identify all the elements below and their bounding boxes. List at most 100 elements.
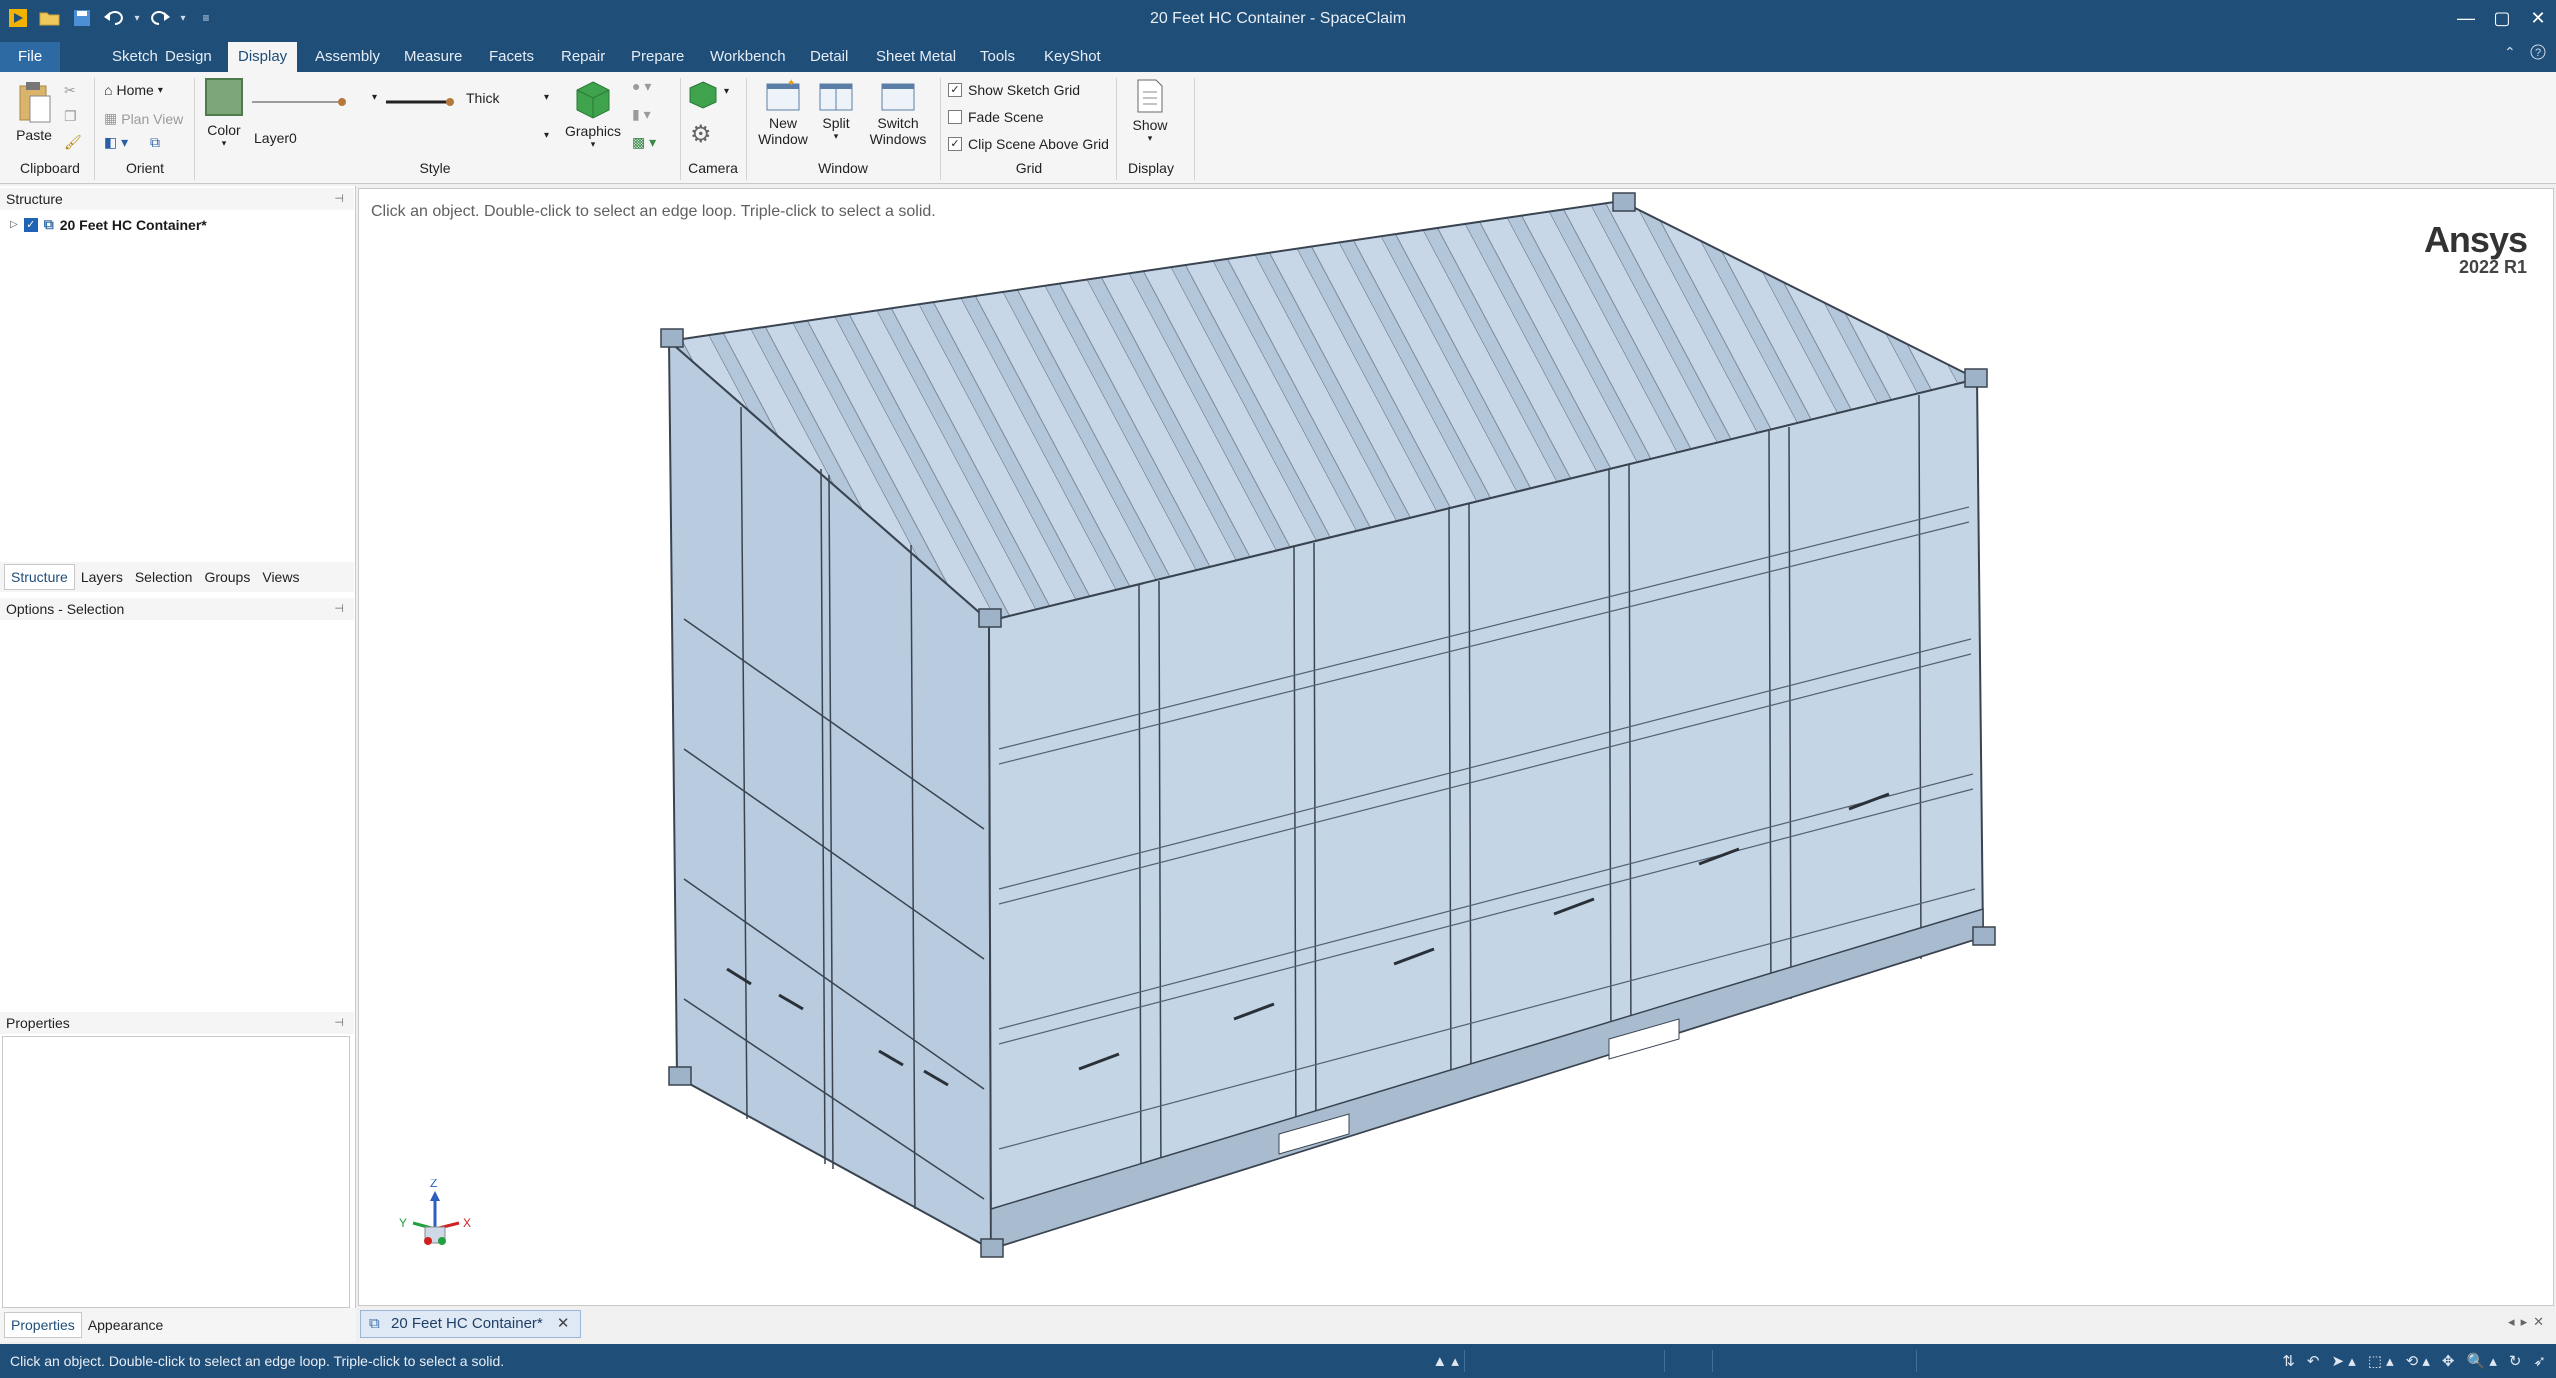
subtab-groups[interactable]: Groups bbox=[198, 565, 256, 589]
subtab-views[interactable]: Views bbox=[256, 565, 305, 589]
chevron-down-icon: ▾ bbox=[1147, 133, 1153, 143]
snap-view-icon[interactable]: ⧉ bbox=[150, 134, 160, 151]
new-window-button[interactable]: ✦ New Window bbox=[752, 78, 814, 147]
close-button[interactable]: ✕ bbox=[2520, 0, 2556, 36]
collapse-ribbon-icon[interactable]: ⌃ bbox=[2504, 44, 2516, 61]
svg-text:✦: ✦ bbox=[787, 78, 795, 89]
tab-assembly[interactable]: Assembly bbox=[305, 42, 390, 72]
document-tab-bar: ⧉ 20 Feet HC Container* ✕ ◂▸✕ bbox=[358, 1308, 2554, 1342]
title-bar: ▾ ▾ ≡ 20 Feet HC Container - SpaceClaim … bbox=[0, 0, 2556, 36]
separator bbox=[1464, 1350, 1465, 1372]
split-button[interactable]: Split ▾ bbox=[816, 78, 856, 142]
tab-tools[interactable]: Tools bbox=[970, 42, 1025, 72]
subtab-layers[interactable]: Layers bbox=[75, 565, 129, 589]
line-weight-picker[interactable] bbox=[386, 94, 456, 110]
home-button[interactable]: ⌂ Home ▾ bbox=[104, 82, 163, 98]
clip-scene-checkbox[interactable]: ✓ Clip Scene Above Grid bbox=[948, 136, 1109, 152]
tab-file[interactable]: File bbox=[0, 42, 61, 72]
chevron-down-icon[interactable]: ▾ bbox=[372, 92, 377, 103]
visibility-checkbox[interactable]: ✓ bbox=[23, 217, 38, 232]
container-model[interactable] bbox=[359, 189, 2553, 1305]
maximize-button[interactable]: ▢ bbox=[2484, 0, 2520, 36]
separator bbox=[940, 78, 941, 180]
move-up-down-icon[interactable]: ⇅ bbox=[2282, 1352, 2295, 1370]
subtab-properties[interactable]: Properties bbox=[4, 1312, 82, 1338]
new-window-label-2: Window bbox=[758, 131, 808, 147]
tab-measure[interactable]: Measure bbox=[394, 42, 472, 72]
layer-label[interactable]: Layer0 bbox=[254, 130, 297, 146]
show-button[interactable]: Show ▾ bbox=[1126, 78, 1174, 144]
tab-keyshot[interactable]: KeyShot bbox=[1034, 42, 1111, 72]
pin-icon[interactable]: ⊣ bbox=[334, 598, 344, 620]
rotate-icon[interactable]: ⟲ ▴ bbox=[2406, 1352, 2430, 1370]
minimize-button[interactable]: — bbox=[2448, 0, 2484, 36]
tab-display[interactable]: Display bbox=[228, 42, 298, 72]
line-style-picker[interactable] bbox=[252, 94, 352, 110]
chevron-down-icon: ▾ bbox=[590, 139, 596, 149]
design-viewport[interactable]: Click an object. Double-click to select … bbox=[358, 188, 2554, 1306]
close-icon[interactable]: ✕ bbox=[557, 1315, 570, 1332]
plan-view-icon: ▦ bbox=[104, 110, 118, 126]
box-select-icon[interactable]: ⬚ ▴ bbox=[2368, 1352, 2394, 1370]
color-button[interactable]: Color ▾ bbox=[202, 78, 246, 149]
tree-root-item[interactable]: ▷ ✓ ⧉ 20 Feet HC Container* bbox=[10, 216, 207, 233]
render-style-icon[interactable]: ▩ ▾ bbox=[632, 134, 656, 151]
status-bar: Click an object. Double-click to select … bbox=[0, 1344, 2556, 1378]
document-tab[interactable]: ⧉ 20 Feet HC Container* ✕ bbox=[360, 1310, 581, 1338]
chevron-down-icon[interactable]: ▾ bbox=[544, 92, 549, 103]
document-icon: ⧉ bbox=[369, 1315, 380, 1332]
tab-facets[interactable]: Facets bbox=[479, 42, 544, 72]
pointer-icon[interactable]: ➤ ▴ bbox=[2331, 1352, 2355, 1370]
spin-icon[interactable]: ↻ bbox=[2509, 1352, 2522, 1370]
paste-icon bbox=[19, 82, 51, 123]
tab-repair[interactable]: Repair bbox=[551, 42, 615, 72]
options-panel-header: Options - Selection ⊣ bbox=[0, 598, 354, 620]
tree-root-label: 20 Feet HC Container* bbox=[59, 216, 207, 233]
tab-workbench[interactable]: Workbench bbox=[700, 42, 796, 72]
cut-icon[interactable]: ✂ bbox=[64, 82, 76, 99]
tab-nav-icons[interactable]: ◂▸✕ bbox=[2508, 1314, 2550, 1330]
select-mode-icon[interactable]: ▲ ▴ bbox=[1432, 1352, 1459, 1370]
help-icon[interactable]: ? bbox=[2530, 44, 2546, 63]
separator bbox=[194, 78, 195, 180]
status-tools: ▲ ▴ ⇅ ↶ ➤ ▴ ⬚ ▴ ⟲ ▴ ✥ 🔍 ▴ ↻ ➶ bbox=[1432, 1344, 2546, 1378]
properties-grid bbox=[2, 1036, 350, 1308]
expand-icon[interactable]: ▷ bbox=[10, 219, 18, 230]
pin-icon[interactable]: ⊣ bbox=[334, 188, 344, 210]
fly-icon[interactable]: ➶ bbox=[2533, 1352, 2546, 1370]
sphere-icon[interactable]: ● ▾ bbox=[632, 78, 651, 95]
paste-button[interactable]: Paste bbox=[10, 80, 58, 143]
color-swatch-icon bbox=[205, 78, 243, 116]
show-label: Show bbox=[1132, 117, 1168, 133]
line-weight-label: Thick bbox=[466, 90, 500, 106]
switch-windows-button[interactable]: Switch Windows bbox=[864, 78, 932, 147]
home-icon: ⌂ bbox=[104, 82, 113, 98]
chevron-down-icon[interactable]: ▾ bbox=[544, 130, 549, 141]
cylinder-icon[interactable]: ▮ ▾ bbox=[632, 106, 651, 123]
tab-prepare[interactable]: Prepare bbox=[621, 42, 694, 72]
camera-cube-button[interactable] bbox=[688, 80, 718, 113]
format-painter-icon[interactable]: 🖌 bbox=[64, 134, 82, 151]
copy-icon[interactable]: ❐ bbox=[64, 108, 77, 125]
undo-view-icon[interactable]: ↶ bbox=[2307, 1352, 2320, 1370]
subtab-appearance[interactable]: Appearance bbox=[82, 1313, 170, 1337]
gear-icon[interactable]: ⚙ bbox=[690, 120, 712, 149]
view-cube-icon[interactable]: ◧ ▾ bbox=[104, 134, 128, 151]
fade-scene-checkbox[interactable]: Fade Scene bbox=[948, 109, 1044, 125]
graphics-button[interactable]: Graphics ▾ bbox=[562, 80, 624, 150]
tab-design[interactable]: Design bbox=[155, 42, 222, 72]
plan-view-button[interactable]: ▦ Plan View bbox=[104, 110, 183, 127]
chevron-down-icon[interactable]: ▾ bbox=[724, 86, 729, 97]
graphics-icon bbox=[576, 81, 610, 119]
tab-sheet-metal[interactable]: Sheet Metal bbox=[866, 42, 966, 72]
axis-triad[interactable]: Z Y X bbox=[395, 1176, 475, 1259]
subtab-structure[interactable]: Structure bbox=[4, 564, 75, 590]
pin-icon[interactable]: ⊣ bbox=[334, 1012, 344, 1034]
show-sketch-grid-checkbox[interactable]: ✓ Show Sketch Grid bbox=[948, 82, 1080, 98]
pan-icon[interactable]: ✥ bbox=[2442, 1352, 2455, 1370]
zoom-icon[interactable]: 🔍 ▴ bbox=[2466, 1352, 2496, 1370]
subtab-selection[interactable]: Selection bbox=[129, 565, 199, 589]
switch-windows-icon bbox=[881, 83, 915, 111]
separator bbox=[746, 78, 747, 180]
tab-detail[interactable]: Detail bbox=[800, 42, 858, 72]
